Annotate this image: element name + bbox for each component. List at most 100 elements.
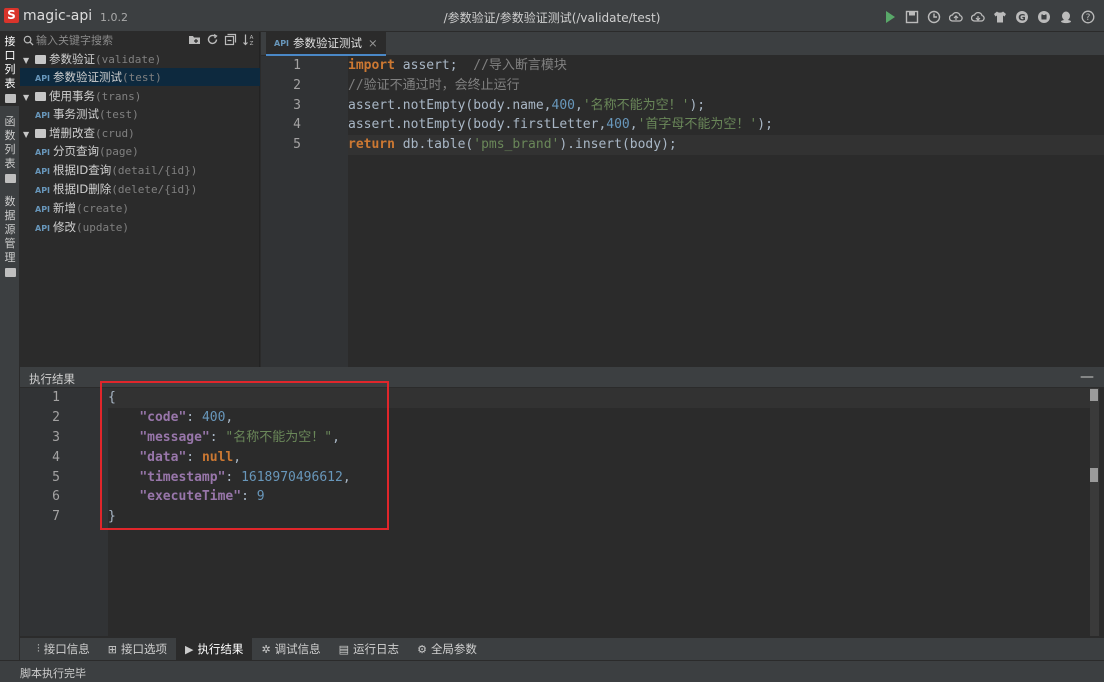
tab-api-options[interactable]: ⊞ 接口选项 <box>99 638 176 660</box>
tree-api-page[interactable]: API 分页查询(page) <box>20 142 260 160</box>
tree-api-create[interactable]: API 新增(create) <box>20 199 260 217</box>
side-tab-char: 列 <box>4 63 16 76</box>
save-icon[interactable] <box>903 8 920 25</box>
info-icon: ⫶ <box>37 642 40 655</box>
collapse-all-icon[interactable] <box>224 33 237 46</box>
side-tab-char: 据 <box>4 209 16 222</box>
tree-label: 参数验证 <box>49 52 95 66</box>
tree-path: (validate) <box>95 53 162 66</box>
svg-text:?: ? <box>1085 13 1090 23</box>
code-line: assert.notEmpty(body.name,400,'名称不能为空！')… <box>348 98 706 113</box>
code-line: assert.notEmpty(body.firstLetter,400,'首字… <box>348 117 773 132</box>
tree-path: (delete/{id}) <box>111 183 198 196</box>
tree-label: 使用事务 <box>49 89 95 103</box>
api-badge: API <box>35 74 51 83</box>
svg-text:Z: Z <box>250 41 254 46</box>
tree-api-detail[interactable]: API 根据ID查询(detail/{id}) <box>20 161 260 179</box>
run-icon[interactable] <box>881 8 898 25</box>
result-panel-title: 执行结果 <box>29 372 75 386</box>
gear-icon: ⚙ <box>417 642 427 656</box>
log-icon: ▤ <box>338 642 350 656</box>
close-icon[interactable]: × <box>368 36 378 50</box>
tree-api-validate-test[interactable]: API 参数验证测试(test) <box>20 68 260 86</box>
gitee-icon[interactable]: G <box>1013 8 1030 25</box>
download-icon[interactable] <box>969 8 986 25</box>
api-badge: API <box>35 205 51 214</box>
sort-icon[interactable]: AZ <box>242 33 255 46</box>
tree-group-crud[interactable]: ▼ 增删改查(crud) <box>20 124 260 142</box>
editor-tab-bar: API 参数验证测试 × <box>261 32 1104 56</box>
tree-label: 根据ID查询 <box>53 163 112 177</box>
tab-label: 执行结果 <box>197 642 244 656</box>
line-number: 5 <box>52 470 60 485</box>
code-line: import assert; //导入断言模块 <box>348 58 567 73</box>
line-number: 1 <box>293 58 301 73</box>
side-tab-char: 列 <box>4 143 16 156</box>
tree-path: (update) <box>76 221 130 234</box>
tab-run-result[interactable]: ▶ 执行结果 <box>175 638 253 660</box>
tree-path: (create) <box>76 202 130 215</box>
side-tab-char: 源 <box>4 223 16 236</box>
tree-api-update[interactable]: API 修改(update) <box>20 218 260 236</box>
side-tab-datasource[interactable]: 数 据 源 管 理 <box>0 192 20 280</box>
new-folder-icon[interactable] <box>188 33 201 46</box>
status-bar: 脚本执行完毕 <box>0 660 1104 682</box>
tab-global-params[interactable]: ⚙ 全局参数 <box>408 638 486 660</box>
tab-label: 接口信息 <box>43 642 90 656</box>
title-bar: S magic-api 1.0.2 /参数验证/参数验证测试(/validate… <box>0 0 1104 32</box>
window-path: /参数验证/参数验证测试(/validate/test) <box>443 11 661 25</box>
folder-icon <box>35 129 46 138</box>
api-tree-panel: AZ ▼参数验证(validate) API参数验证测试(test) ▼使用事务… <box>20 32 260 367</box>
api-badge: API <box>35 224 51 233</box>
scrollbar-thumb[interactable] <box>1090 389 1098 401</box>
line-number: 4 <box>293 117 301 132</box>
code-line: return db.table('pms_brand').insert(body… <box>348 135 1104 155</box>
tab-label: 运行日志 <box>353 642 400 656</box>
code-editor[interactable]: 1 2 3 4 5 import assert; //导入断言模块 //验证不通… <box>261 56 1104 367</box>
tree-path: (trans) <box>95 90 142 103</box>
upload-icon[interactable] <box>947 8 964 25</box>
folder-icon <box>35 92 46 101</box>
history-icon[interactable] <box>925 8 942 25</box>
side-tab-function-list[interactable]: 函 数 列 表 <box>0 112 20 186</box>
api-badge: API <box>35 148 51 157</box>
tree-api-delete[interactable]: API 根据ID删除(delete/{id}) <box>20 180 260 198</box>
side-tab-char: 表 <box>4 77 16 90</box>
tab-api-info[interactable]: ⫶ 接口信息 <box>28 638 99 660</box>
result-scrollbar[interactable] <box>1090 388 1099 636</box>
tree-group-trans[interactable]: ▼ 使用事务(trans) <box>20 87 260 105</box>
tree-group-validate[interactable]: ▼ 参数验证(validate) <box>20 50 260 68</box>
line-number: 3 <box>293 98 301 113</box>
side-tab-char: 数 <box>4 129 16 142</box>
side-tab-char: 函 <box>4 115 16 128</box>
help-icon[interactable]: ? <box>1079 8 1096 25</box>
side-tab-char: 理 <box>4 251 16 264</box>
github-icon[interactable] <box>1035 8 1052 25</box>
tab-validate-test[interactable]: API 参数验证测试 × <box>266 32 386 56</box>
minimize-button[interactable]: — <box>1080 369 1094 385</box>
search-input[interactable] <box>36 33 186 47</box>
svg-text:G: G <box>1018 13 1025 23</box>
tab-run-log[interactable]: ▤ 运行日志 <box>330 638 408 660</box>
tree-api-trans-test[interactable]: API 事务测试(test) <box>20 105 260 123</box>
qq-icon[interactable] <box>1057 8 1074 25</box>
theme-icon[interactable] <box>991 8 1008 25</box>
tree-label: 修改 <box>53 220 77 234</box>
line-number: 6 <box>52 489 60 504</box>
folder-icon <box>4 268 16 277</box>
side-tab-api-list[interactable]: 接 口 列 表 <box>0 32 20 106</box>
tab-debug-info[interactable]: ✲ 调试信息 <box>252 638 329 660</box>
tree-label: 事务测试 <box>53 107 100 121</box>
bottom-tab-bar: ⫶ 接口信息 ⊞ 接口选项 ▶ 执行结果 ✲ 调试信息 ▤ 运行日志 ⚙ 全局参数 <box>20 638 1104 660</box>
line-number: 7 <box>52 509 60 524</box>
tree-label: 分页查询 <box>53 144 100 158</box>
tree-path: (detail/{id}) <box>111 164 198 177</box>
line-number: 4 <box>52 450 60 465</box>
refresh-icon[interactable] <box>206 33 219 46</box>
tree-path: (test) <box>122 71 162 84</box>
code-line: //验证不通过时，会终止运行 <box>348 78 520 93</box>
folder-icon <box>4 94 16 103</box>
scrollbar-marker <box>1090 468 1098 482</box>
tree-path: (page) <box>99 145 139 158</box>
folder-icon <box>35 55 46 64</box>
